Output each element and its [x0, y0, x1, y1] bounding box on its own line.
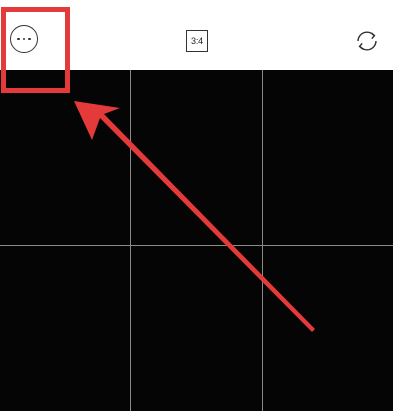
aspect-ratio-button[interactable]: 3:4 [186, 30, 208, 52]
grid-line [262, 70, 263, 411]
camera-switch-icon[interactable] [353, 27, 381, 55]
camera-viewfinder[interactable] [0, 70, 393, 411]
grid-line [130, 70, 131, 411]
aspect-ratio-label: 3:4 [191, 36, 203, 46]
highlight-box [1, 7, 70, 93]
grid-line [0, 245, 393, 246]
